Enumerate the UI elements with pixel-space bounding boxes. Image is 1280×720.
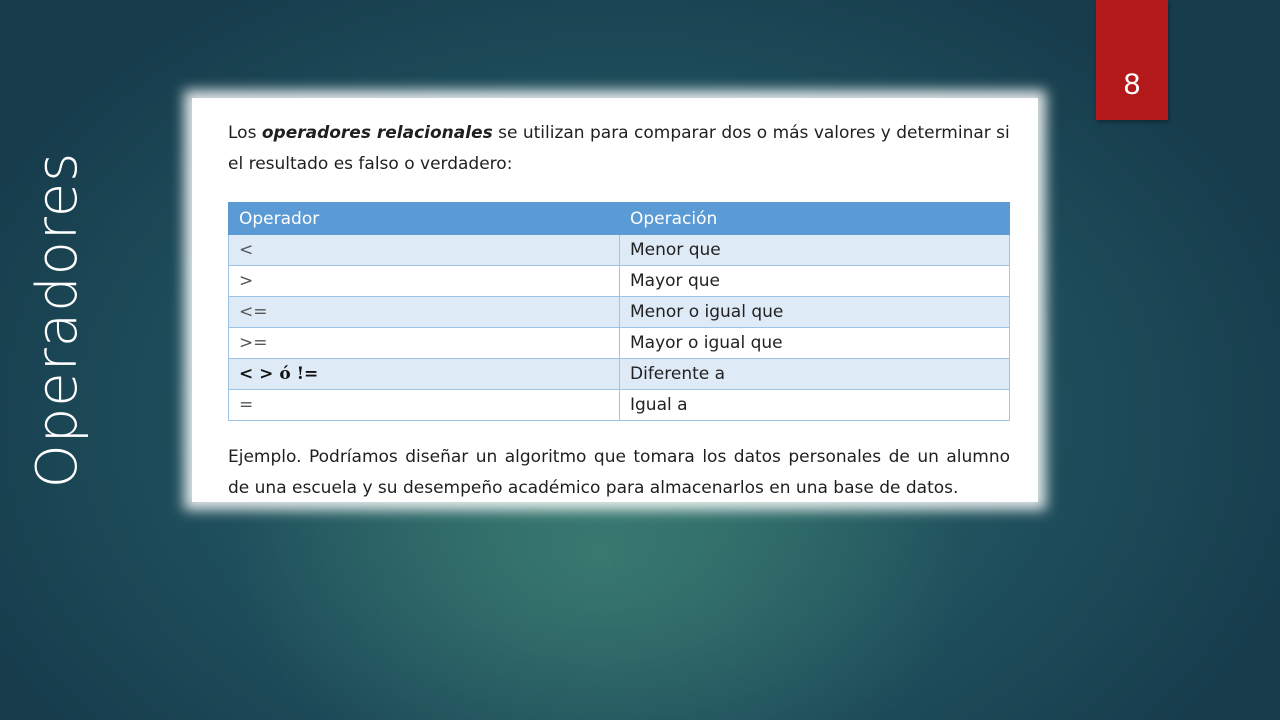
intro-paragraph: Los operadores relacionales se utilizan … — [228, 118, 1018, 180]
operation-cell: Diferente a — [619, 358, 1010, 390]
operator-cell: > — [228, 265, 620, 297]
operator-cell: <= — [228, 296, 620, 328]
slide-title: Operadores — [25, 151, 90, 489]
header-operador: Operador — [228, 202, 620, 235]
operation-cell: Menor o igual que — [619, 296, 1010, 328]
operation-cell: Igual a — [619, 389, 1010, 421]
slide-number: 8 — [1123, 68, 1141, 101]
table-row: >= Mayor o igual que — [228, 327, 1010, 359]
operation-cell: Mayor o igual que — [619, 327, 1010, 359]
table-row: <= Menor o igual que — [228, 296, 1010, 328]
header-operacion: Operación — [619, 202, 1010, 235]
operator-cell: >= — [228, 327, 620, 359]
operation-cell: Mayor que — [619, 265, 1010, 297]
slide-number-badge: 8 — [1096, 0, 1168, 120]
table-row: < Menor que — [228, 234, 1010, 266]
table-row: = Igual a — [228, 389, 1010, 421]
operator-cell: < > ó != — [228, 358, 620, 390]
intro-bold-term: operadores relacionales — [261, 123, 493, 143]
operators-table: Operador Operación < Menor que > Mayor q… — [228, 202, 1010, 421]
example-paragraph: Ejemplo. Podríamos diseñar un algoritmo … — [228, 447, 1010, 498]
intro-prefix: Los — [228, 123, 262, 143]
table-header-row: Operador Operación — [228, 202, 1010, 235]
operation-cell: Menor que — [619, 234, 1010, 266]
operator-cell: < — [228, 234, 620, 266]
operator-cell: = — [228, 389, 620, 421]
table-row: > Mayor que — [228, 265, 1010, 297]
document-image: Los operadores relacionales se utilizan … — [192, 98, 1038, 502]
table-row: < > ó != Diferente a — [228, 358, 1010, 390]
